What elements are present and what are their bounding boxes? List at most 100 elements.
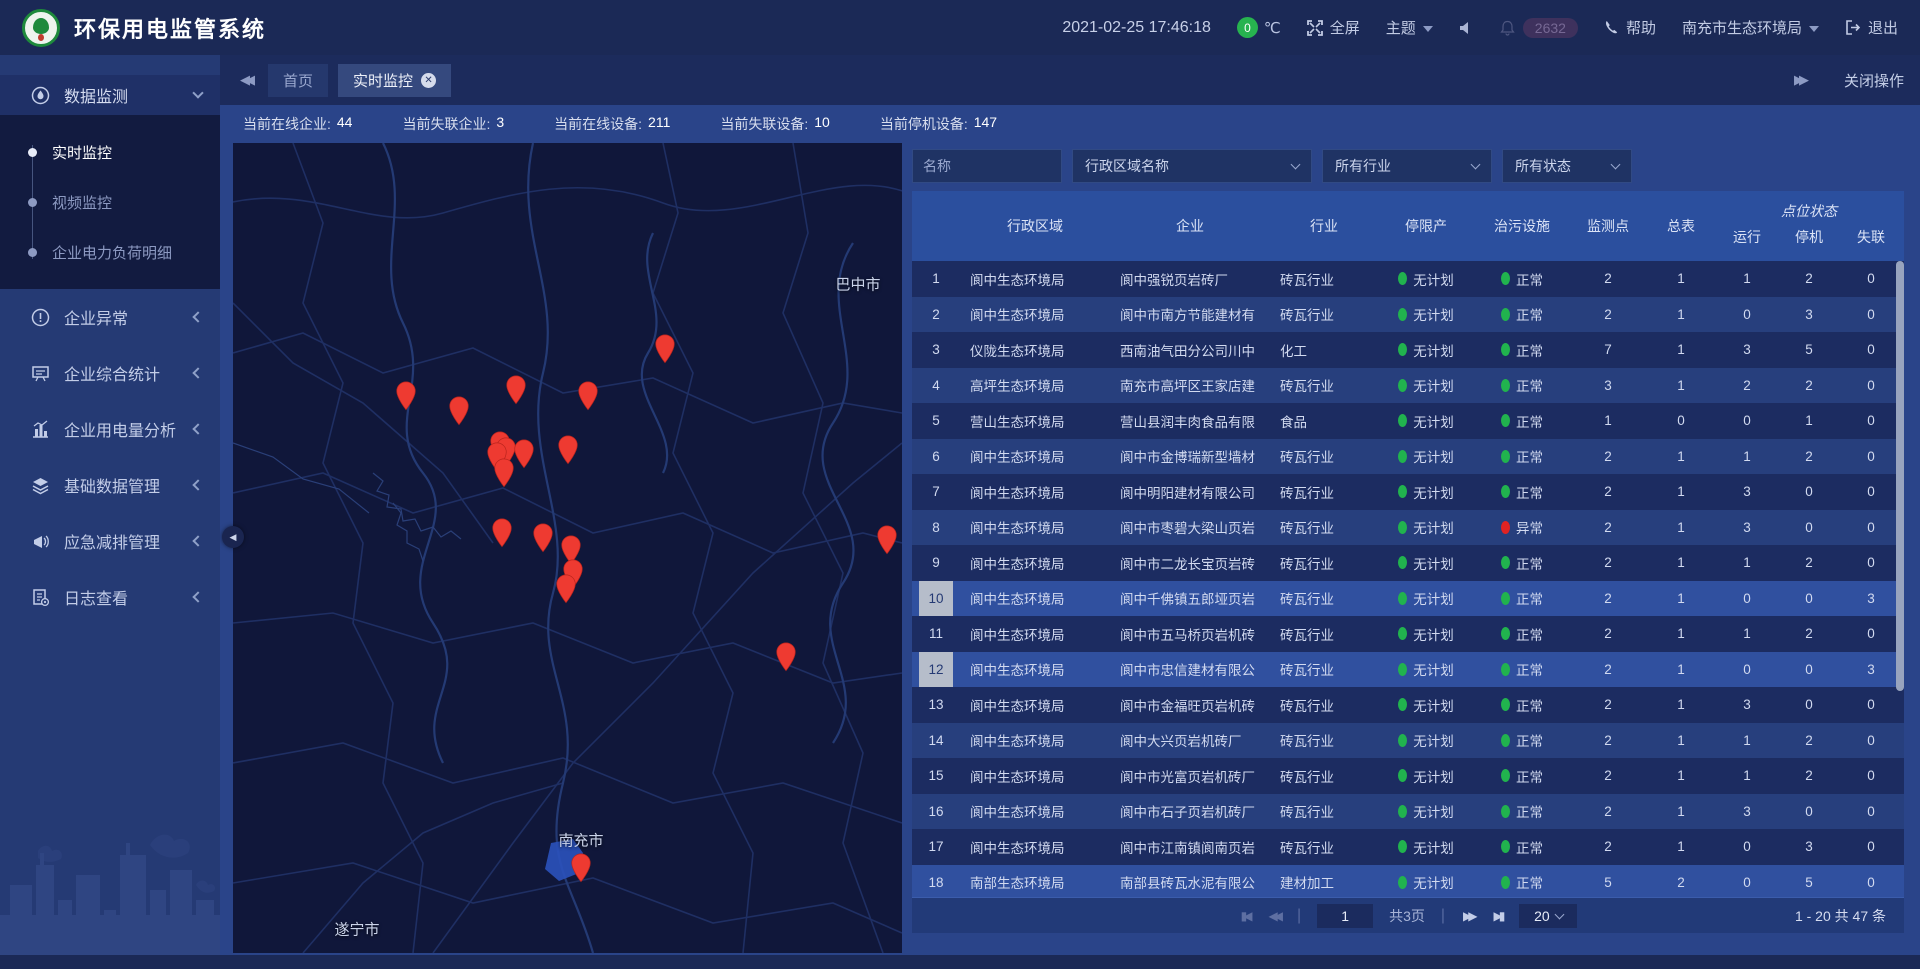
table-row[interactable]: 1阆中生态环境局阆中强锐页岩砖厂砖瓦行业无计划正常21120 <box>912 261 1904 297</box>
map-pin-3[interactable] <box>505 375 527 410</box>
sidebar-subitem-0-1[interactable]: 视频监控 <box>0 177 220 227</box>
map-pin-2[interactable] <box>448 396 470 431</box>
fullscreen-button[interactable]: 全屏 <box>1307 17 1360 38</box>
filter-select-2[interactable]: 所有状态 <box>1502 149 1632 183</box>
notifications-button[interactable]: 2632 <box>1500 18 1578 38</box>
cell-industry: 砖瓦行业 <box>1270 652 1378 688</box>
map-canvas[interactable]: 巴中市南充市遂宁市 <box>233 143 902 953</box>
theme-dropdown[interactable]: 主题 <box>1386 17 1433 38</box>
tab-首页[interactable]: 首页 <box>268 64 328 97</box>
cell-offline: 0 <box>1840 687 1902 723</box>
sidebar-subitem-label: 企业电力负荷明细 <box>52 242 172 263</box>
bar-chart-icon <box>30 419 50 439</box>
name-filter-input[interactable] <box>912 149 1062 183</box>
table-row[interactable]: 3仪陇生态环境局西南油气田分公司川中化工无计划正常71350 <box>912 332 1904 368</box>
mute-button[interactable] <box>1459 21 1474 35</box>
map-pin-18[interactable] <box>570 853 592 888</box>
cell-running: 2 <box>1716 368 1778 404</box>
sidebar-item-3[interactable]: 企业用电量分析 <box>0 401 220 457</box>
map-pin-15[interactable] <box>555 574 577 609</box>
table-row[interactable]: 17阆中生态环境局阆中市江南镇阆南页岩砖瓦行业无计划正常21030 <box>912 829 1904 865</box>
status-dot <box>1501 663 1510 676</box>
cell-running: 3 <box>1716 474 1778 510</box>
map-pin-10[interactable] <box>493 458 515 493</box>
cell-points: 2 <box>1570 261 1646 297</box>
cell-running: 0 <box>1716 865 1778 898</box>
cell-meters: 1 <box>1646 723 1716 759</box>
cell-meters: 1 <box>1646 368 1716 404</box>
table-row[interactable]: 8阆中生态环境局阆中市枣碧大梁山页岩砖瓦行业无计划异常21300 <box>912 510 1904 546</box>
status-stat-value: 44 <box>337 114 353 134</box>
map-pin-12[interactable] <box>532 523 554 558</box>
table-row[interactable]: 2阆中生态环境局阆中市南方节能建材有砖瓦行业无计划正常21030 <box>912 297 1904 333</box>
tab-实时监控[interactable]: 实时监控✕ <box>338 64 451 97</box>
map-pin-1[interactable] <box>395 381 417 416</box>
sidebar-item-2[interactable]: 企业综合统计 <box>0 345 220 401</box>
sidebar-item-0[interactable]: 数据监测 <box>0 75 220 115</box>
map-pin-9[interactable] <box>557 435 579 470</box>
map-pin-16[interactable] <box>876 525 898 560</box>
map-city-label: 巴中市 <box>835 274 880 295</box>
table-row[interactable]: 18南部生态环境局南部县砖瓦水泥有限公建材加工无计划正常52050 <box>912 865 1904 898</box>
table-row[interactable]: 13阆中生态环境局阆中市金福旺页岩机砖砖瓦行业无计划正常21300 <box>912 687 1904 723</box>
cell-company: 南充市高坪区王家店建 <box>1110 368 1270 404</box>
filter-select-1[interactable]: 所有行业 <box>1322 149 1492 183</box>
table-row[interactable]: 10阆中生态环境局阆中千佛镇五郎垭页岩砖瓦行业无计划正常21003 <box>912 581 1904 617</box>
tabs-scroll-left-button[interactable]: ◀◀ <box>240 72 256 88</box>
cell-running: 0 <box>1716 652 1778 688</box>
cell-points: 2 <box>1570 545 1646 581</box>
table-row[interactable]: 12阆中生态环境局阆中市忠信建材有限公砖瓦行业无计划正常21003 <box>912 652 1904 688</box>
enterprise-table: 行政区域 企业 行业 停限产 治污设施 监测点 总表 点位状态 运行 <box>912 191 1904 935</box>
first-page-button[interactable]: ▮◀ <box>1239 909 1251 923</box>
prev-page-button[interactable]: ◀◀ <box>1266 909 1280 923</box>
logout-button[interactable]: 退出 <box>1845 17 1898 38</box>
page-number-input[interactable] <box>1317 904 1373 928</box>
cell-region: 阆中生态环境局 <box>960 829 1110 865</box>
status-dot <box>1398 414 1407 427</box>
page-size-select[interactable]: 20 <box>1519 904 1577 928</box>
table-row[interactable]: 11阆中生态环境局阆中市五马桥页岩机砖砖瓦行业无计划正常21120 <box>912 616 1904 652</box>
map-pin-17[interactable] <box>775 642 797 677</box>
map-pin-8[interactable] <box>513 439 535 474</box>
sidebar-item-1[interactable]: 企业异常 <box>0 289 220 345</box>
sidebar-subitem-0-0[interactable]: 实时监控 <box>0 127 220 177</box>
cell-region: 阆中生态环境局 <box>960 616 1110 652</box>
org-dropdown[interactable]: 南充市生态环境局 <box>1682 17 1819 38</box>
map-pin-icon <box>532 523 554 553</box>
sidebar-subitem-0-2[interactable]: 企业电力负荷明细 <box>0 227 220 277</box>
cell-company: 阆中市五马桥页岩机砖 <box>1110 616 1270 652</box>
close-icon[interactable]: ✕ <box>421 73 436 88</box>
cell-region: 仪陇生态环境局 <box>960 332 1110 368</box>
last-page-button[interactable]: ▶▮ <box>1492 909 1504 923</box>
table-row[interactable]: 7阆中生态环境局阆中明阳建材有限公司砖瓦行业无计划正常21300 <box>912 474 1904 510</box>
filter-select-0[interactable]: 行政区域名称 <box>1072 149 1312 183</box>
table-scrollbar[interactable] <box>1896 261 1904 691</box>
table-row[interactable]: 6阆中生态环境局阆中市金博瑞新型墙材砖瓦行业无计划正常21120 <box>912 439 1904 475</box>
sidebar-item-6[interactable]: 日志查看 <box>0 569 220 625</box>
map-collapse-handle[interactable]: ◀ <box>222 526 244 548</box>
sidebar-item-5[interactable]: 应急减排管理 <box>0 513 220 569</box>
chevron-down-icon <box>1423 26 1433 32</box>
map-pin-0[interactable] <box>654 334 676 369</box>
help-button[interactable]: 帮助 <box>1604 17 1656 38</box>
sidebar-item-label: 企业用电量分析 <box>64 417 194 441</box>
col-header-meters: 总表 <box>1646 191 1716 261</box>
pagination-range-label: 1 - 20 共 47 条 <box>1795 906 1886 926</box>
table-row[interactable]: 4高坪生态环境局南充市高坪区王家店建砖瓦行业无计划正常31220 <box>912 368 1904 404</box>
status-stat-1: 当前失联企业:3 <box>402 114 504 134</box>
status-dot <box>1398 521 1407 534</box>
table-row[interactable]: 16阆中生态环境局阆中市石子页岩机砖厂砖瓦行业无计划正常21300 <box>912 794 1904 830</box>
map-pin-4[interactable] <box>577 381 599 416</box>
table-row[interactable]: 5营山生态环境局营山县润丰肉食品有限食品无计划正常10010 <box>912 403 1904 439</box>
map-pin-11[interactable] <box>491 518 513 553</box>
sidebar-item-4[interactable]: 基础数据管理 <box>0 457 220 513</box>
col-header-industry: 行业 <box>1270 191 1378 261</box>
tabs-scroll-right-button[interactable]: ▶▶ <box>1794 72 1810 88</box>
close-operations-button[interactable]: 关闭操作 <box>1844 70 1904 91</box>
table-row[interactable]: 14阆中生态环境局阆中大兴页岩机砖厂砖瓦行业无计划正常21120 <box>912 723 1904 759</box>
next-page-button[interactable]: ▶▶ <box>1461 909 1475 923</box>
table-row[interactable]: 9阆中生态环境局阆中市二龙长宝页岩砖砖瓦行业无计划正常21120 <box>912 545 1904 581</box>
table-row[interactable]: 15阆中生态环境局阆中市光富页岩机砖厂砖瓦行业无计划正常21120 <box>912 758 1904 794</box>
data-monitor-icon <box>30 85 50 105</box>
temperature-unit: ℃ <box>1264 19 1281 37</box>
